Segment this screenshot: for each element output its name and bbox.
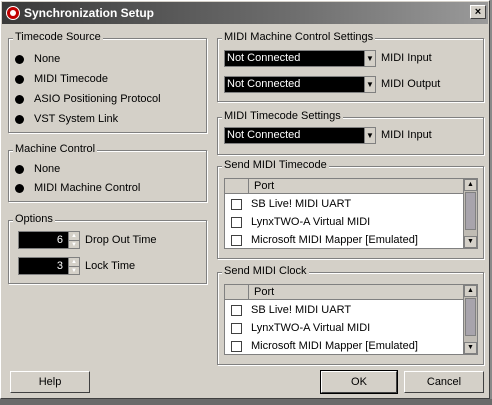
port-column-header[interactable]: Port — [254, 286, 274, 298]
scroll-thumb[interactable] — [465, 192, 476, 230]
port-row[interactable]: SB Live! MIDI UART — [225, 301, 463, 319]
port-row[interactable]: SB Live! MIDI UART — [225, 195, 463, 213]
list-header: Port — [225, 285, 463, 300]
port-row[interactable]: LynxTWO-A Virtual MIDI — [225, 319, 463, 337]
drop-out-time-value: 6 — [56, 234, 63, 246]
mmc-midi-output-label: MIDI Output — [381, 78, 441, 90]
port-name: SB Live! MIDI UART — [251, 304, 352, 316]
send-mtc-group: Send MIDI Timecode Port SB Live! MIDI UA… — [217, 159, 484, 259]
options-group: Options 6 ▲ ▼ Drop Out Time 3 ▲ ▼ Lock T… — [8, 213, 207, 284]
machine-none-radio[interactable]: None — [15, 162, 60, 176]
send-clock-group: Send MIDI Clock Port SB Live! MIDI UART … — [217, 265, 484, 365]
chevron-down-icon[interactable]: ▼ — [364, 51, 375, 66]
radio-dot-icon — [15, 183, 24, 193]
mtc-midi-input-select[interactable]: Not Connected ▼ — [224, 127, 376, 144]
scroll-down-icon[interactable]: ▼ — [464, 236, 477, 248]
radio-label: None — [34, 53, 61, 65]
port-column-header[interactable]: Port — [254, 180, 274, 192]
timecode-vst-radio[interactable]: VST System Link — [15, 112, 118, 126]
port-name: Microsoft MIDI Mapper [Emulated] — [251, 340, 418, 352]
scroll-thumb[interactable] — [465, 298, 476, 336]
mmc-settings-legend: MIDI Machine Control Settings — [222, 31, 376, 43]
down-arrow-icon[interactable]: ▼ — [69, 267, 79, 275]
port-name: Microsoft MIDI Mapper [Emulated] — [251, 234, 418, 246]
port-name: LynxTWO-A Virtual MIDI — [251, 216, 371, 228]
radio-label: MIDI Machine Control — [34, 182, 141, 194]
mtc-midi-input-label: MIDI Input — [381, 129, 432, 141]
port-name: LynxTWO-A Virtual MIDI — [251, 322, 371, 334]
radio-label: VST System Link — [34, 113, 119, 125]
timecode-source-legend: Timecode Source — [13, 31, 103, 43]
drop-out-time-label: Drop Out Time — [85, 234, 157, 246]
send-clock-legend: Send MIDI Clock — [222, 265, 309, 277]
options-legend: Options — [13, 213, 55, 225]
vertical-scrollbar[interactable]: ▲ ▼ — [463, 285, 477, 354]
mtc-settings-group: MIDI Timecode Settings Not Connected ▼ M… — [217, 110, 484, 155]
port-checkbox[interactable] — [231, 340, 242, 352]
mtc-settings-legend: MIDI Timecode Settings — [222, 110, 343, 122]
port-checkbox[interactable] — [231, 234, 242, 246]
port-name: SB Live! MIDI UART — [251, 198, 352, 210]
select-value: Not Connected — [227, 52, 301, 64]
vertical-scrollbar[interactable]: ▲ ▼ — [463, 179, 477, 248]
up-arrow-icon[interactable]: ▲ — [69, 258, 79, 267]
drop-out-time-spinner[interactable]: 6 ▲ ▼ — [18, 231, 80, 249]
timecode-source-group: Timecode Source None MIDI Timecode ASIO … — [8, 31, 207, 133]
desktop-background — [0, 399, 492, 405]
chevron-down-icon[interactable]: ▼ — [364, 128, 375, 143]
send-mtc-port-list: Port SB Live! MIDI UART LynxTWO-A Virtua… — [224, 178, 478, 249]
list-header: Port — [225, 179, 463, 194]
machine-control-group: Machine Control None MIDI Machine Contro… — [8, 143, 207, 202]
timecode-none-radio[interactable]: None — [15, 52, 60, 66]
port-checkbox[interactable] — [231, 304, 242, 316]
lock-time-spinner[interactable]: 3 ▲ ▼ — [18, 257, 80, 275]
port-row[interactable]: Microsoft MIDI Mapper [Emulated] — [225, 231, 463, 248]
help-button[interactable]: Help — [10, 371, 90, 393]
port-row[interactable]: Microsoft MIDI Mapper [Emulated] — [225, 337, 463, 354]
radio-label: ASIO Positioning Protocol — [34, 93, 161, 105]
lock-time-value: 3 — [56, 260, 63, 272]
mmc-midi-input-label: MIDI Input — [381, 52, 432, 64]
up-arrow-icon[interactable]: ▲ — [69, 232, 79, 241]
cancel-button[interactable]: Cancel — [404, 371, 484, 393]
sync-setup-window: Synchronization Setup × Timecode Source … — [0, 0, 490, 399]
radio-dot-icon — [15, 114, 24, 124]
select-value: Not Connected — [227, 129, 301, 141]
mmc-midi-output-select[interactable]: Not Connected ▼ — [224, 76, 376, 93]
checkbox-column-header — [225, 179, 249, 193]
radio-dot-icon — [15, 94, 24, 104]
timecode-midi-radio[interactable]: MIDI Timecode — [15, 72, 108, 86]
down-arrow-icon[interactable]: ▼ — [69, 241, 79, 249]
timecode-asio-radio[interactable]: ASIO Positioning Protocol — [15, 92, 161, 106]
send-mtc-legend: Send MIDI Timecode — [222, 159, 329, 171]
mmc-midi-input-select[interactable]: Not Connected ▼ — [224, 50, 376, 67]
scroll-up-icon[interactable]: ▲ — [464, 285, 477, 297]
window-title: Synchronization Setup — [24, 6, 155, 20]
scroll-down-icon[interactable]: ▼ — [464, 342, 477, 354]
radio-label: None — [34, 163, 61, 175]
radio-label: MIDI Timecode — [34, 73, 108, 85]
ok-button[interactable]: OK — [321, 371, 397, 393]
port-checkbox[interactable] — [231, 198, 242, 210]
cubase-logo-icon — [6, 6, 20, 20]
machine-mmc-radio[interactable]: MIDI Machine Control — [15, 181, 140, 195]
radio-dot-icon — [15, 164, 24, 174]
port-checkbox[interactable] — [231, 322, 242, 334]
checkbox-column-header — [225, 285, 249, 299]
send-clock-port-list: Port SB Live! MIDI UART LynxTWO-A Virtua… — [224, 284, 478, 355]
port-row[interactable]: LynxTWO-A Virtual MIDI — [225, 213, 463, 231]
mmc-settings-group: MIDI Machine Control Settings Not Connec… — [217, 31, 484, 102]
chevron-down-icon[interactable]: ▼ — [364, 77, 375, 92]
radio-dot-icon — [15, 74, 24, 84]
port-checkbox[interactable] — [231, 216, 242, 228]
close-button[interactable]: × — [470, 5, 486, 19]
machine-control-legend: Machine Control — [13, 143, 98, 155]
title-bar[interactable]: Synchronization Setup × — [2, 2, 488, 24]
lock-time-label: Lock Time — [85, 260, 136, 272]
select-value: Not Connected — [227, 78, 301, 90]
scroll-up-icon[interactable]: ▲ — [464, 179, 477, 191]
radio-dot-icon — [15, 54, 24, 64]
